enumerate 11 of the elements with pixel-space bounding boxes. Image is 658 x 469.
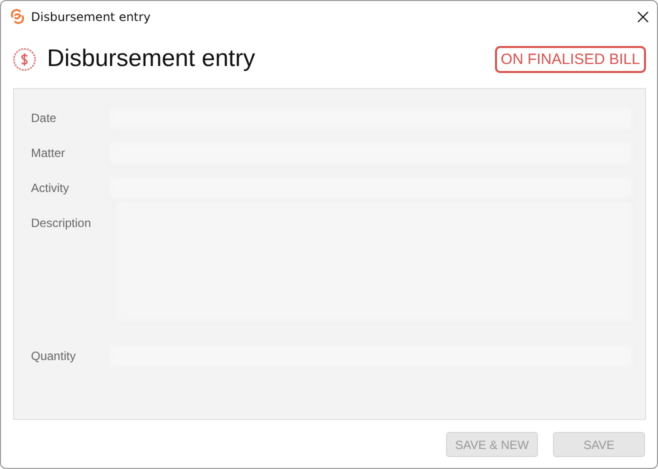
field-label: Activity [31, 180, 70, 195]
dialog-title: Disbursement entry [47, 45, 256, 73]
field-label: Quantity [31, 348, 77, 363]
field-label: Description [31, 215, 92, 230]
field-label: Date [31, 110, 58, 125]
dollar-coin-icon [12, 46, 37, 72]
close-icon[interactable] [637, 10, 649, 22]
status-badge: ON FINALISED BILL [494, 46, 646, 72]
app-logo-icon [10, 9, 25, 24]
window-title: Disbursement entry [31, 10, 152, 24]
field-label: Matter [31, 145, 66, 160]
